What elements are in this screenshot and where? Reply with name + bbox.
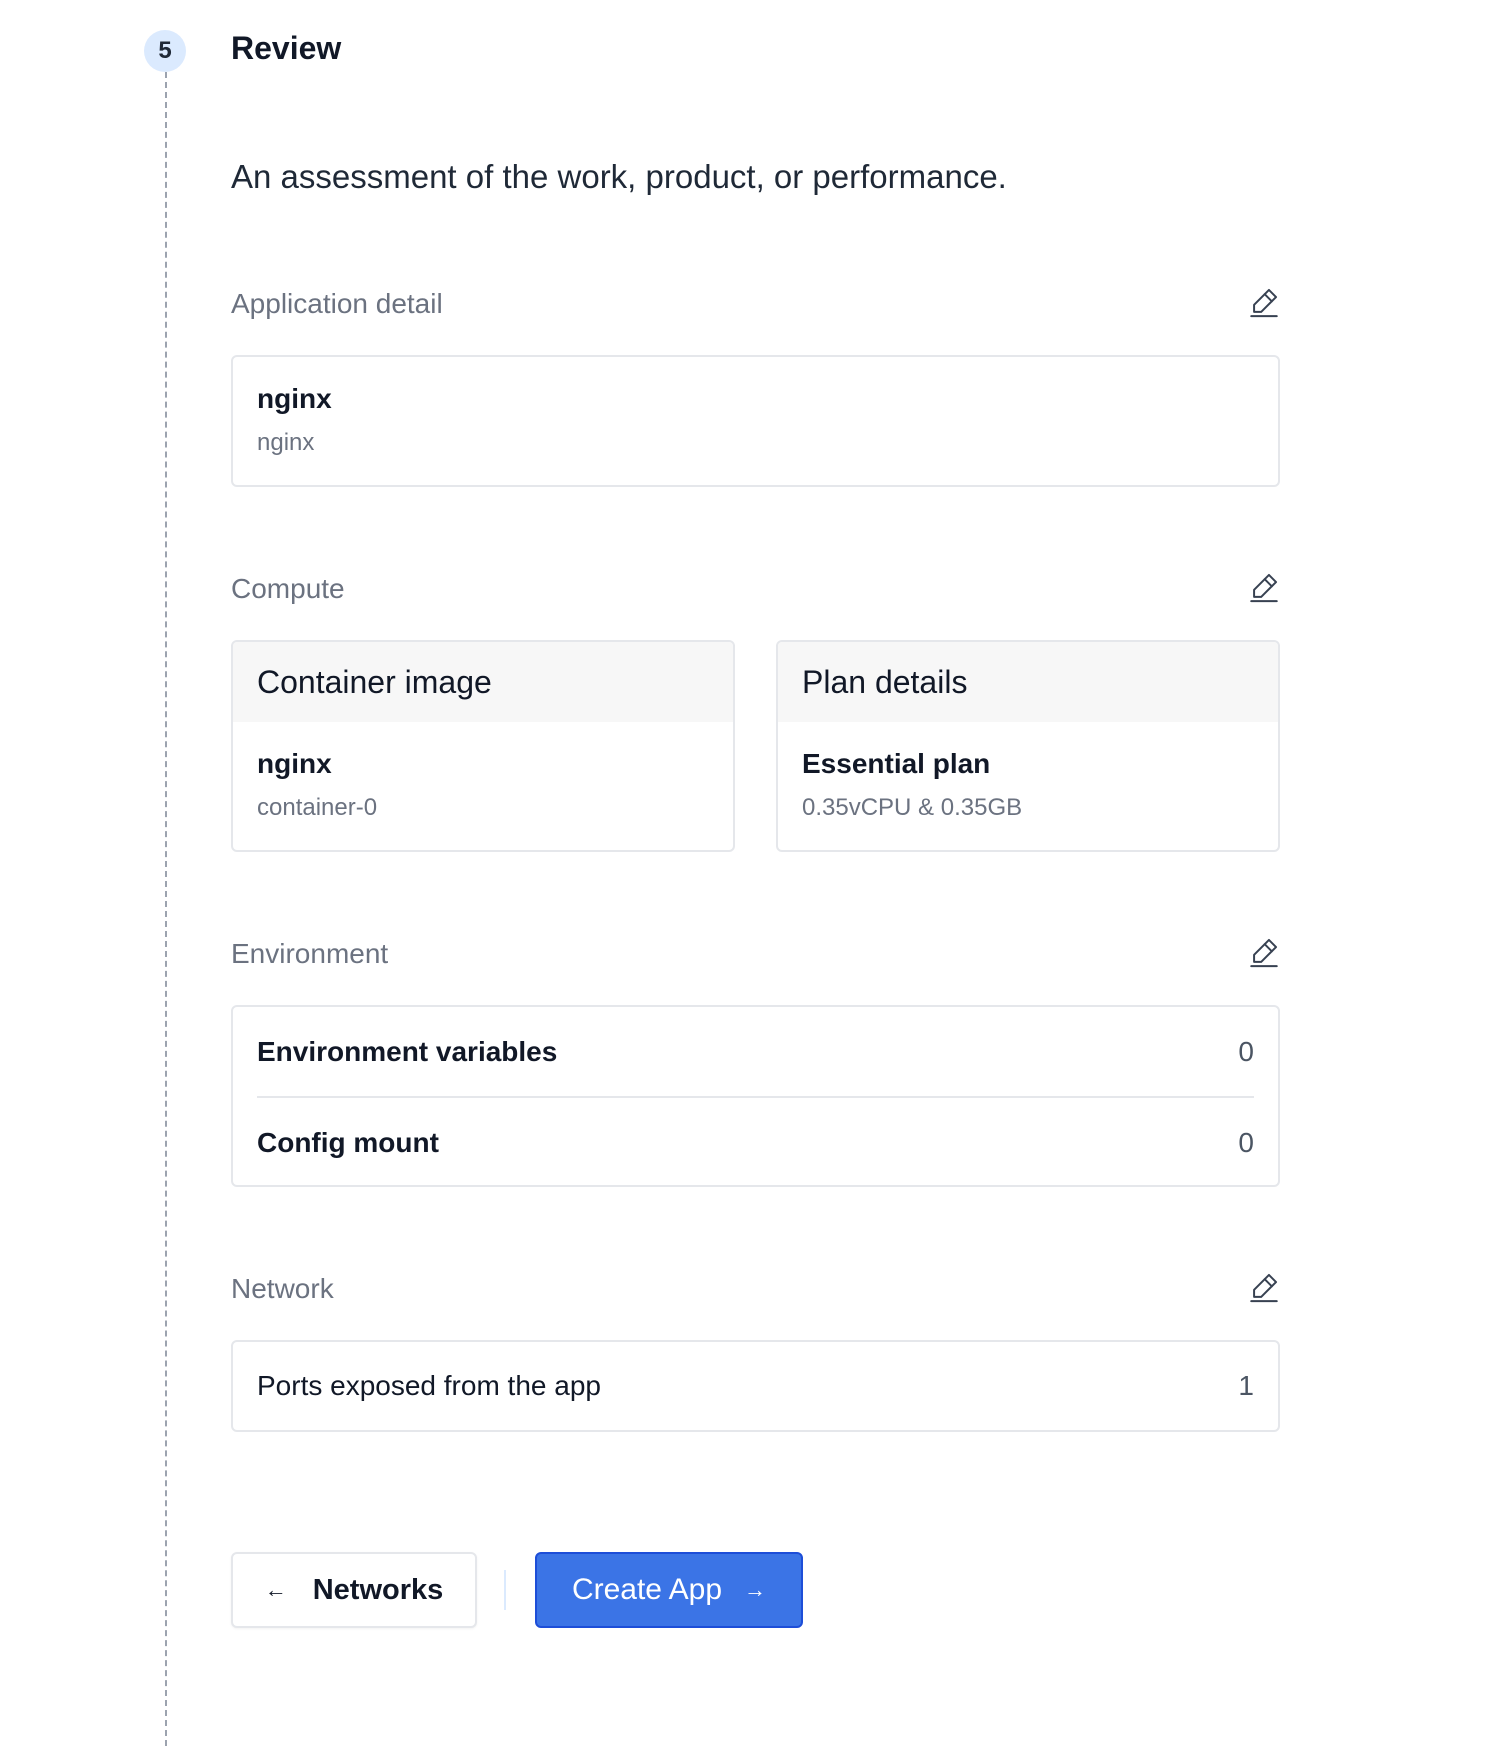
config-mount-count: 0 [1238, 1126, 1254, 1158]
plan-details-card: Plan details Essential plan 0.35vCPU & 0… [776, 640, 1280, 852]
pencil-icon [1250, 938, 1278, 968]
container-image-name: nginx [257, 748, 332, 779]
step-description: An assessment of the work, product, or p… [231, 158, 1007, 195]
create-app-button[interactable]: Create App → [535, 1552, 803, 1628]
edit-compute-button[interactable] [1244, 567, 1284, 607]
config-mount-row: Config mount 0 [233, 1098, 1278, 1185]
application-subtitle: nginx [257, 429, 315, 456]
pencil-icon [1250, 1273, 1278, 1303]
step-number-badge: 5 [144, 30, 186, 72]
section-title-compute: Compute [231, 573, 345, 604]
network-card: Ports exposed from the app 1 [231, 1340, 1280, 1432]
container-image-card: Container image nginx container-0 [231, 640, 735, 852]
button-separator [504, 1570, 506, 1610]
arrow-left-icon: ← [264, 1577, 287, 1602]
environment-card: Environment variables 0 Config mount 0 [231, 1005, 1280, 1187]
environment-variables-row: Environment variables 0 [233, 1007, 1278, 1096]
environment-variables-count: 0 [1238, 1035, 1254, 1067]
pencil-icon [1250, 573, 1278, 603]
back-button-label: Networks [312, 1573, 444, 1606]
environment-variables-label: Environment variables [257, 1035, 558, 1067]
step-title: Review [231, 30, 342, 66]
section-title-environment: Environment [231, 938, 389, 969]
arrow-right-icon: → [744, 1577, 767, 1602]
application-card: nginx nginx [231, 355, 1280, 487]
edit-environment-button[interactable] [1244, 932, 1284, 972]
create-button-label: Create App [571, 1573, 723, 1606]
section-title-application: Application detail [231, 288, 443, 319]
edit-application-button[interactable] [1244, 282, 1284, 322]
edit-network-button[interactable] [1244, 1267, 1284, 1307]
back-networks-button[interactable]: ← Networks [231, 1552, 477, 1628]
config-mount-label: Config mount [257, 1126, 439, 1158]
ports-row: Ports exposed from the app 1 [233, 1342, 1278, 1430]
plan-details-header: Plan details [778, 642, 1278, 722]
container-image-header: Container image [233, 642, 733, 722]
application-name: nginx [257, 383, 332, 414]
container-image-subtitle: container-0 [257, 794, 378, 821]
ports-label: Ports exposed from the app [257, 1370, 601, 1401]
plan-name: Essential plan [802, 748, 991, 779]
ports-count: 1 [1238, 1370, 1254, 1401]
plan-subtitle: 0.35vCPU & 0.35GB [802, 794, 1023, 821]
pencil-icon [1250, 288, 1278, 318]
section-title-network: Network [231, 1273, 334, 1304]
step-timeline-line [165, 72, 167, 1746]
